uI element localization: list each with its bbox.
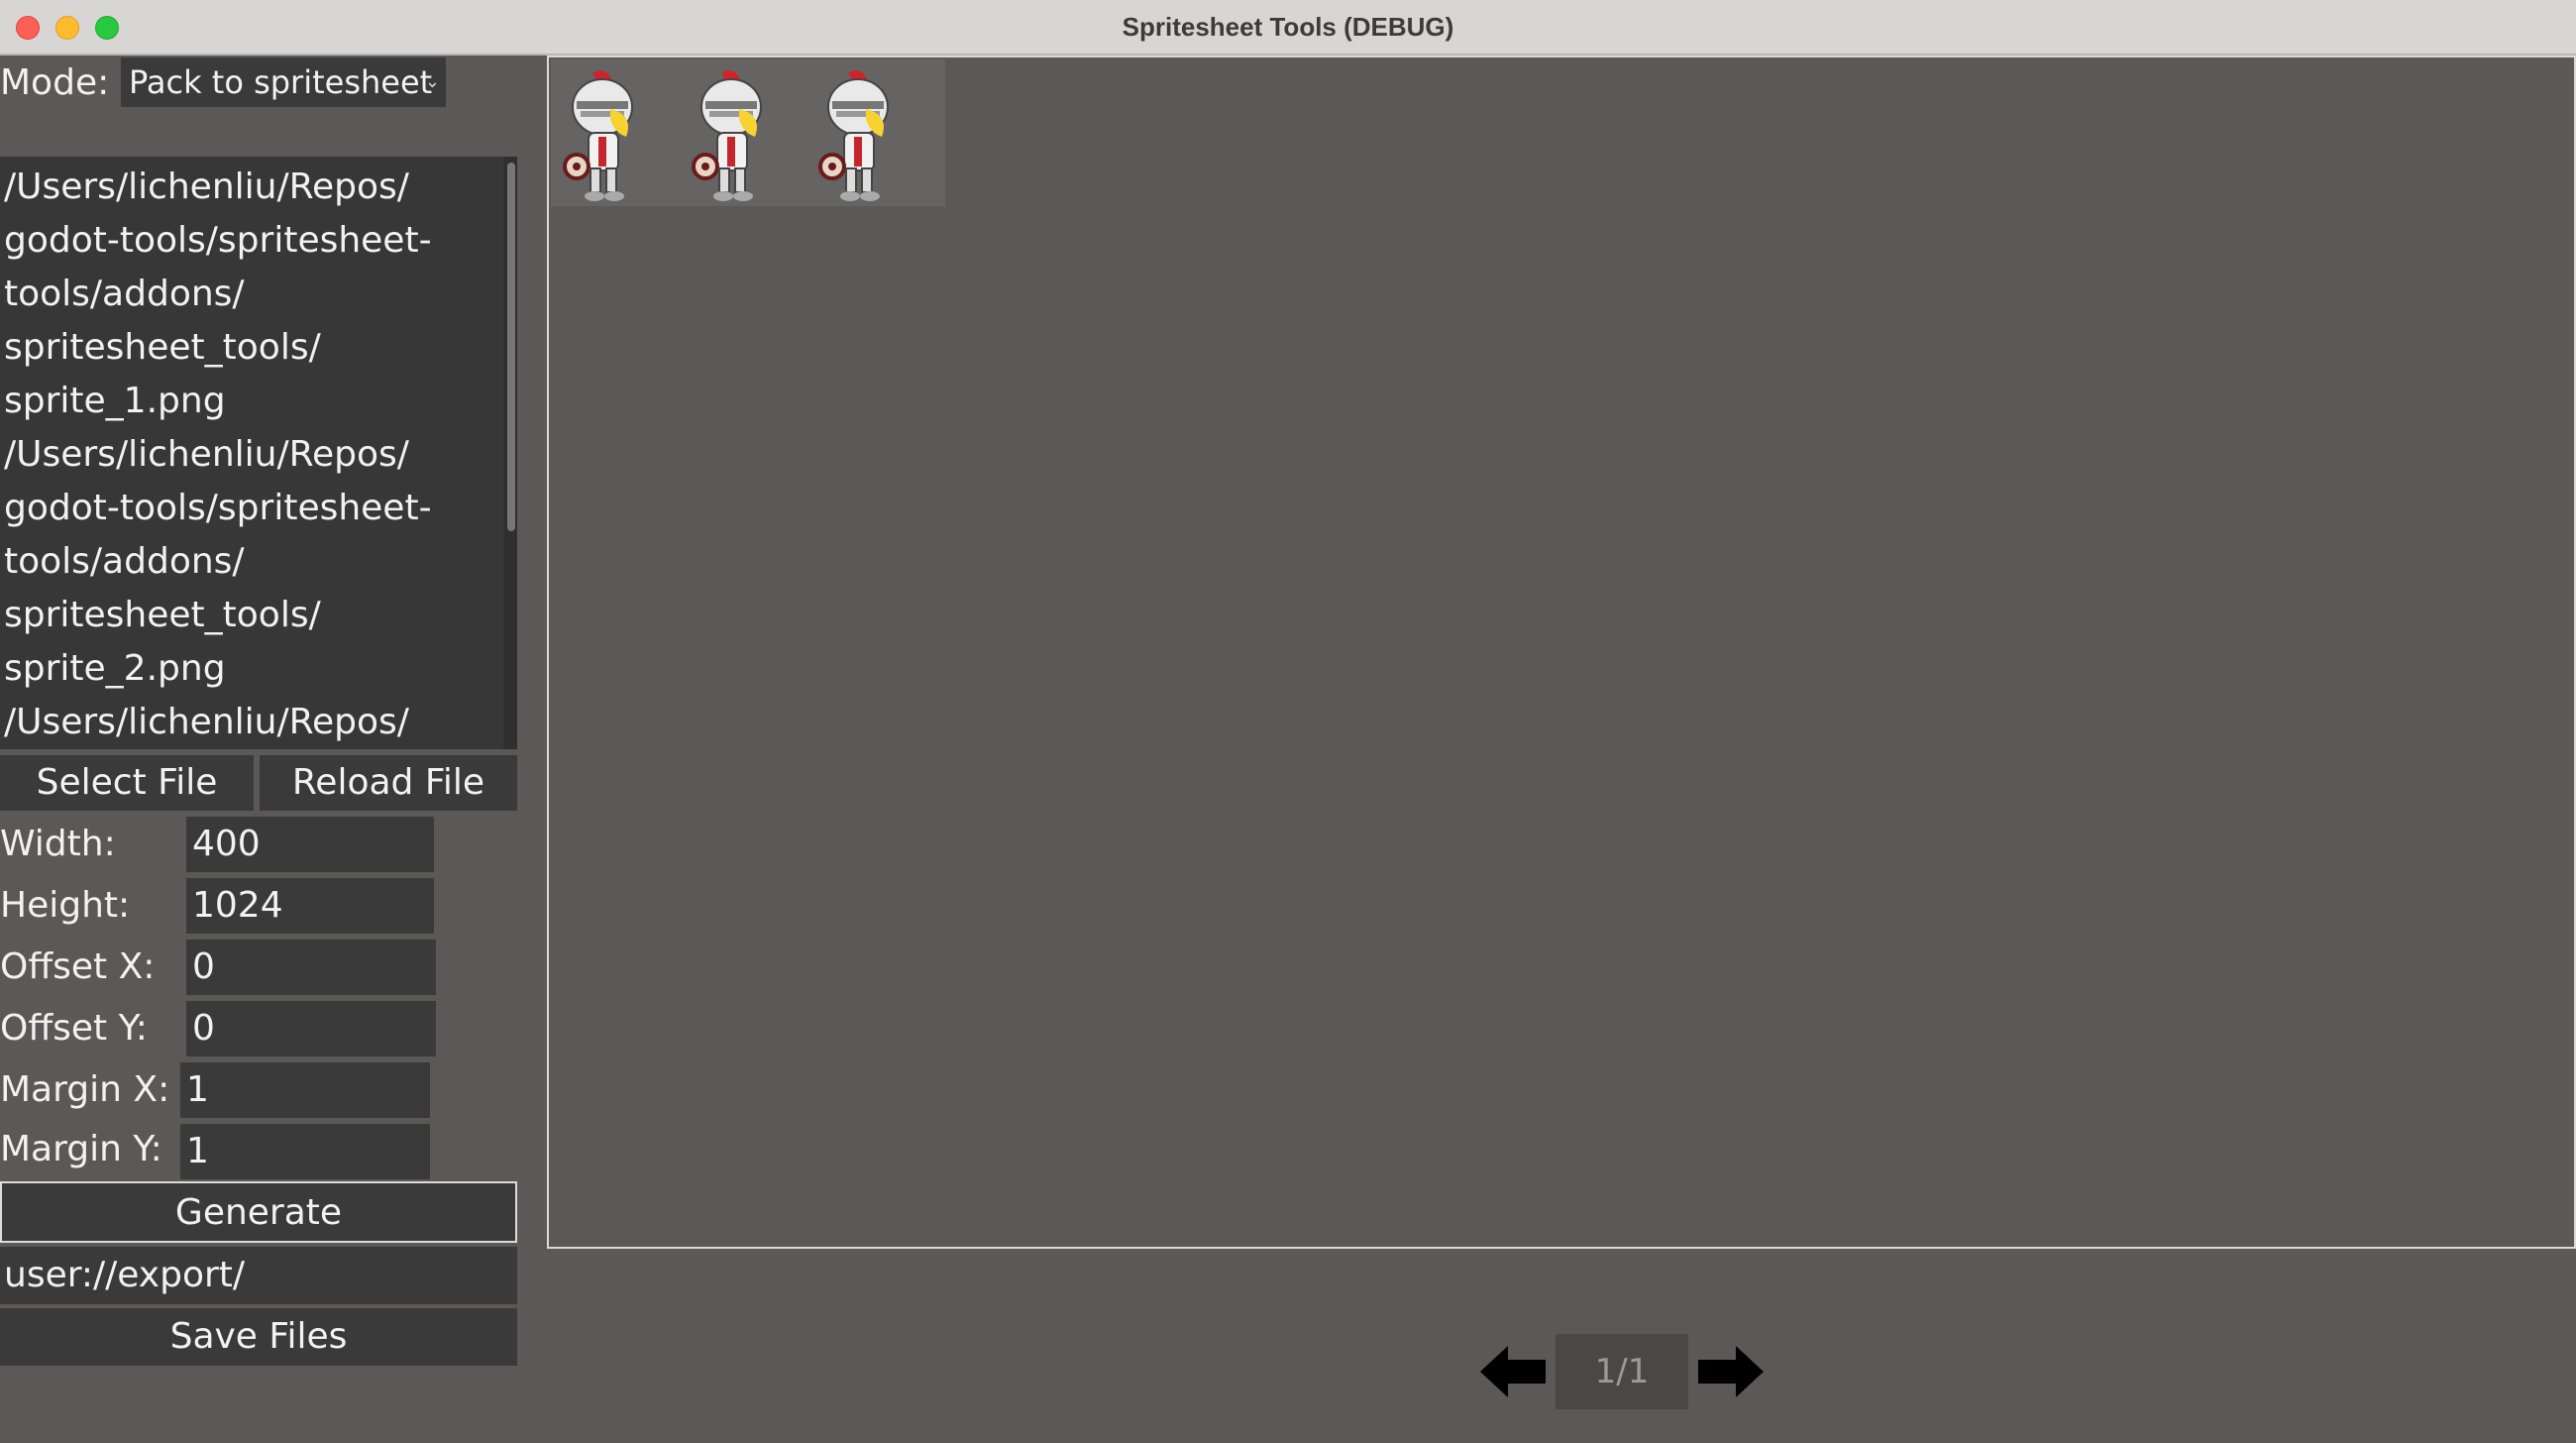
export-path-input[interactable]: user://export/ [0,1247,517,1304]
margin-y-input[interactable]: 1 [180,1124,430,1179]
offset-x-input[interactable]: 0 [186,940,436,995]
mode-dropdown-value: Pack to spritesheet [129,63,433,101]
title-bar: Spritesheet Tools (DEBUG) [0,0,2576,56]
save-files-button[interactable]: Save Files [0,1308,517,1366]
file-list-scrollbar[interactable] [503,157,517,749]
window-title: Spritesheet Tools (DEBUG) [1122,12,1454,42]
offset-x-label: Offset X: [0,946,156,987]
knight-sprite-2 [692,70,762,201]
offset-y-label: Offset Y: [0,1008,148,1049]
margin-y-label: Margin Y: [0,1129,162,1169]
file-list-scroll-thumb[interactable] [507,163,515,531]
margin-x-label: Margin X: [0,1069,170,1110]
spritesheet-preview [547,56,2576,1249]
margin-x-input[interactable]: 1 [180,1062,430,1118]
next-page-arrow-icon[interactable] [1696,1344,1766,1399]
mode-dropdown[interactable]: Pack to spritesheet ⌄ [121,57,446,107]
mode-label: Mode: [0,62,110,103]
height-input[interactable]: 1024 [186,878,434,934]
page-indicator: 1/1 [1556,1334,1688,1409]
file-list-text: /Users/lichenliu/Repos/ godot-tools/spri… [4,166,432,742]
width-input[interactable]: 400 [186,817,434,872]
offset-y-input[interactable]: 0 [186,1001,436,1056]
knight-sprite-1 [563,70,633,201]
file-list-textarea[interactable]: /Users/lichenliu/Repos/ godot-tools/spri… [0,157,517,749]
spritesheet-image [551,59,945,206]
width-label: Width: [0,824,116,864]
knight-sprite-3 [818,70,889,201]
select-file-button[interactable]: Select File [0,755,254,811]
reload-file-button[interactable]: Reload File [260,755,517,811]
chevron-down-icon: ⌄ [424,71,440,92]
generate-button[interactable]: Generate [0,1181,517,1243]
height-label: Height: [0,885,131,926]
previous-page-arrow-icon[interactable] [1478,1344,1548,1399]
